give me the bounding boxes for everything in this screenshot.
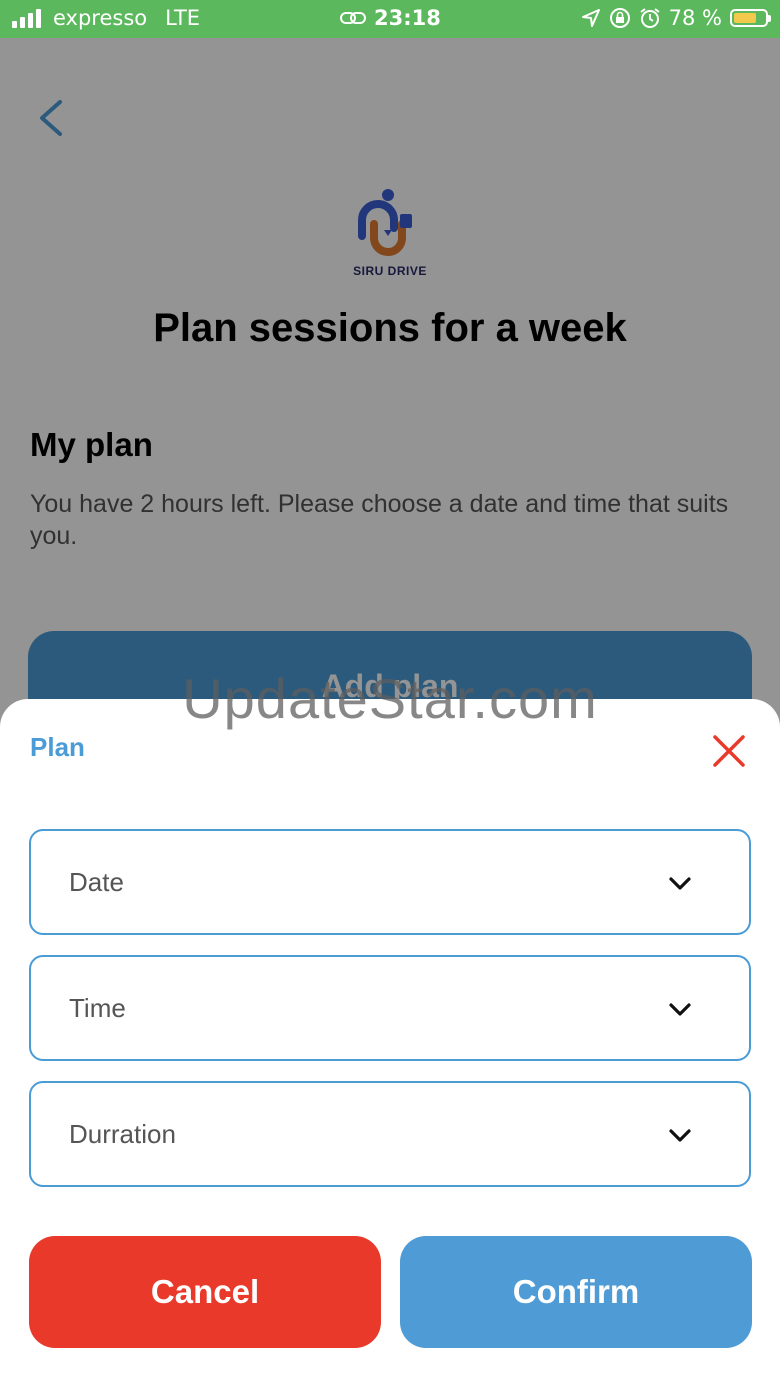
status-bar: expresso LTE 23:18 78 %	[0, 0, 780, 38]
date-select[interactable]: Date	[29, 829, 751, 935]
link-icon	[340, 12, 366, 24]
clock-time: 23:18	[374, 6, 441, 30]
chevron-down-icon	[669, 1129, 691, 1142]
orientation-lock-icon	[609, 8, 630, 28]
time-select-label: Time	[69, 993, 126, 1023]
network-type: LTE	[165, 6, 201, 30]
date-select-label: Date	[69, 867, 124, 897]
chevron-down-icon	[669, 877, 691, 890]
watermark: UpdateStar.com	[182, 667, 598, 730]
alarm-icon	[640, 8, 660, 28]
time-select[interactable]: Time	[29, 955, 751, 1061]
close-button[interactable]	[710, 732, 748, 770]
battery-icon	[730, 9, 771, 27]
close-icon	[713, 735, 745, 767]
duration-select-label: Durration	[69, 1119, 176, 1149]
chevron-down-icon	[669, 1003, 691, 1016]
location-icon	[581, 9, 600, 27]
cancel-button[interactable]: Cancel	[29, 1236, 381, 1348]
duration-select[interactable]: Durration	[29, 1081, 751, 1187]
battery-percent: 78 %	[668, 6, 722, 30]
sheet-title: Plan	[30, 732, 85, 762]
carrier-name: expresso	[53, 6, 148, 30]
signal-icon	[12, 8, 41, 28]
confirm-button[interactable]: Confirm	[400, 1236, 752, 1348]
plan-bottom-sheet: Plan Date Time Durration Cancel Confirm	[0, 699, 780, 1399]
